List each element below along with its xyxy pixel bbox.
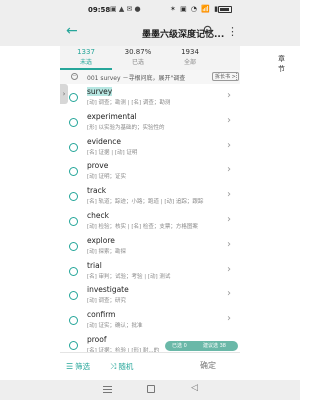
select-radio[interactable]: [69, 117, 78, 127]
divider: [234, 73, 237, 80]
tab-unselected[interactable]: 1337 未选: [60, 48, 112, 70]
system-icons: ✶ ▣ ◔ 📶 ▮: [170, 5, 220, 13]
list-item[interactable]: investigate [动] 调查；研究 ›: [60, 282, 240, 307]
list-item[interactable]: survey [动] 调查；勘测 | [名] 调查；勘测 ›: [60, 84, 240, 109]
list-item[interactable]: evidence [名] 证据 | [动] 证明 ›: [60, 134, 240, 159]
word-text: confirm: [87, 310, 116, 320]
suggested-count: 建议选 38: [203, 343, 226, 349]
chevron-right-icon[interactable]: ›: [227, 164, 231, 175]
random-button[interactable]: ⤨ 随机: [110, 361, 133, 372]
back-arrow-icon[interactable]: ←: [66, 23, 78, 39]
select-radio[interactable]: [69, 167, 78, 177]
word-text: prove: [87, 161, 109, 171]
chevron-right-icon[interactable]: ›: [227, 214, 231, 225]
more-options-icon[interactable]: ⋮: [227, 25, 238, 38]
home-icon[interactable]: [147, 385, 155, 393]
chevron-right-icon[interactable]: ›: [227, 90, 231, 101]
system-nav-bar: ◁: [0, 380, 300, 400]
chevron-right-icon[interactable]: ›: [227, 189, 231, 200]
word-text: explore: [87, 235, 115, 245]
filter-button[interactable]: ☰ 筛选: [66, 361, 90, 372]
word-text: proof: [87, 335, 107, 344]
recent-apps-icon[interactable]: [103, 386, 112, 394]
section-header[interactable]: − 001 survey －寻根问底，展开"调查 拆长书 >: [60, 70, 240, 84]
chevron-right-icon[interactable]: ›: [227, 288, 231, 299]
tab-all[interactable]: 1934 全部: [164, 48, 216, 66]
select-radio[interactable]: [69, 217, 78, 226]
shuffle-icon: ⤨: [110, 362, 117, 371]
select-radio[interactable]: [69, 341, 78, 350]
collapse-icon[interactable]: −: [71, 73, 78, 80]
random-label: 随机: [118, 362, 134, 371]
word-text: investigate: [87, 285, 129, 295]
word-definition: [形] 以实验为基础的；实验性的: [87, 124, 165, 131]
status-bar: 09:58 ▣ ▲ ✉ ● ✶ ▣ ◔ 📶 ▮: [0, 0, 300, 20]
word-definition: [动] 证明；证实: [87, 174, 127, 181]
tab-unselected-label: 未选: [79, 59, 92, 66]
chevron-right-icon[interactable]: ›: [227, 313, 231, 324]
chevron-right-icon[interactable]: ›: [227, 239, 231, 250]
word-definition: [动] 检验；核实 | [名] 检查；支票；方格图案: [87, 224, 198, 230]
select-radio[interactable]: [69, 192, 78, 202]
status-time: 09:58: [88, 6, 111, 14]
selection-summary-pill[interactable]: 已选 0 建议选 38: [165, 341, 238, 351]
filter-label: 筛选: [75, 362, 91, 371]
stats-tabs: 1337 未选 30.87% 已选 1934 全部 章节: [60, 46, 285, 73]
tab-selected[interactable]: 30.87% 已选: [112, 48, 164, 66]
list-item[interactable]: confirm [动] 证实；确认；批准 ›: [60, 307, 240, 332]
word-text: survey: [87, 87, 113, 96]
select-radio[interactable]: [69, 142, 78, 152]
word-text: trial: [87, 260, 102, 270]
list-item[interactable]: trial [名] 审判；试验；考验 | [动] 测试 ›: [60, 258, 240, 283]
notification-icons: ▣ ▲ ✉ ●: [110, 5, 141, 13]
search-icon[interactable]: [203, 25, 214, 36]
chevron-right-icon[interactable]: ›: [227, 264, 231, 275]
chevron-right-icon[interactable]: ›: [227, 140, 231, 151]
tab-all-count: 1934: [181, 48, 199, 56]
tab-selected-label: 已选: [131, 59, 144, 66]
word-definition: [动] 调查；研究: [87, 298, 127, 305]
word-definition: [名] 审判；试验；考验 | [动] 测试: [87, 273, 171, 280]
battery-icon: [218, 6, 232, 13]
selected-count: 已选 0: [172, 343, 187, 349]
list-item[interactable]: prove [动] 证明；证实 ›: [60, 158, 240, 183]
back-triangle-icon[interactable]: ◁: [191, 383, 198, 393]
list-item[interactable]: check [动] 检验；核实 | [名] 检查；支票；方格图案 ›: [60, 208, 240, 233]
chapter-button[interactable]: 章节: [278, 54, 285, 74]
word-definition: [动] 调查；勘测 | [名] 调查；勘测: [87, 100, 171, 106]
drawer-handle[interactable]: ›: [60, 84, 68, 104]
word-text: experimental: [87, 111, 137, 121]
app-header: ← 墨墨六级深度记忆... ⋮: [0, 20, 300, 46]
select-radio[interactable]: [69, 241, 78, 251]
word-text: evidence: [87, 136, 122, 146]
confirm-button[interactable]: 确定: [200, 360, 216, 371]
select-radio[interactable]: [69, 93, 78, 102]
select-radio[interactable]: [69, 316, 78, 326]
select-radio[interactable]: [69, 291, 78, 301]
section-title: 001 survey －寻根问底，展开"调查: [87, 75, 186, 82]
tab-all-label: 全部: [183, 59, 196, 66]
chevron-right-icon[interactable]: ›: [227, 115, 231, 126]
list-item[interactable]: track [名] 轨道；踪迹；小路；跑道 | [动] 追踪；跟踪 ›: [60, 183, 240, 208]
word-text: check: [87, 211, 109, 220]
filter-icon: ☰: [66, 362, 74, 371]
select-radio[interactable]: [69, 266, 78, 276]
tab-unselected-count: 1337: [77, 48, 95, 56]
word-definition: [名] 证据 | [动] 证明: [87, 149, 138, 156]
word-definition: [动] 证实；确认；批准: [87, 323, 143, 330]
list-item[interactable]: experimental [形] 以实验为基础的；实验性的 ›: [60, 109, 240, 134]
tab-selected-percent: 30.87%: [124, 48, 152, 56]
word-text: track: [87, 186, 107, 196]
word-definition: [名] 轨道；踪迹；小路；跑道 | [动] 追踪；跟踪: [87, 199, 204, 206]
word-definition: [动] 探索；勘探: [87, 248, 127, 255]
list-item[interactable]: explore [动] 探索；勘探 ›: [60, 233, 240, 258]
